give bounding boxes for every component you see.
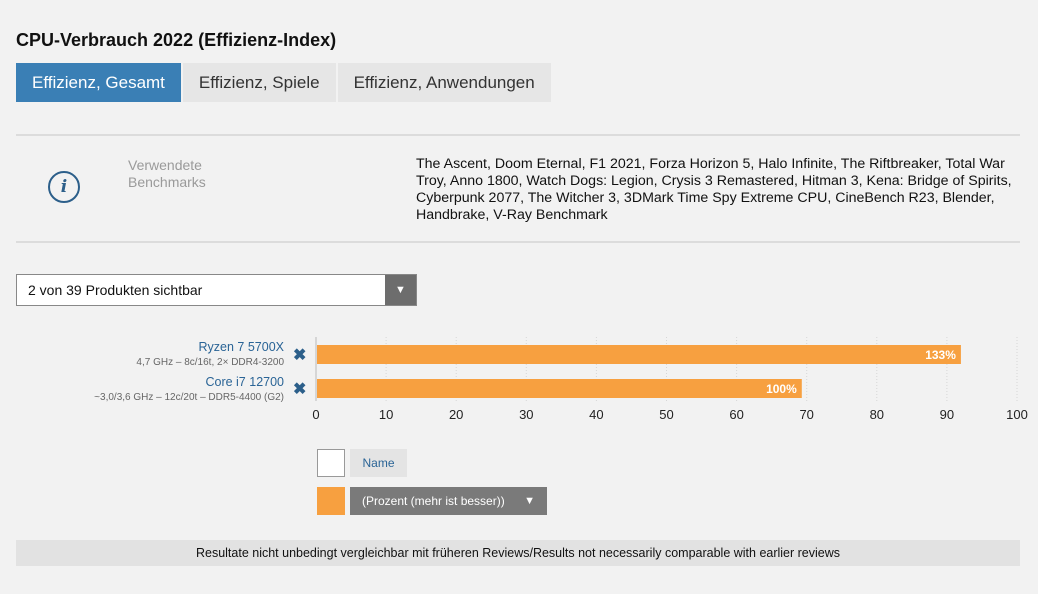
bar-value-label: 100% <box>766 382 797 396</box>
x-tick-label: 60 <box>729 407 743 422</box>
bar-value-label: 133% <box>925 348 956 362</box>
bar <box>317 345 961 364</box>
x-tick-label: 10 <box>379 407 393 422</box>
x-tick-label: 90 <box>940 407 954 422</box>
metric-select-label: (Prozent (mehr ist besser)) <box>362 494 505 508</box>
x-tick-label: 20 <box>449 407 463 422</box>
x-tick-label: 80 <box>870 407 884 422</box>
bar <box>317 379 802 398</box>
x-tick-label: 70 <box>799 407 813 422</box>
legend-color-swatch <box>317 487 345 515</box>
legend-name-checkbox[interactable] <box>317 449 345 477</box>
metric-select[interactable]: (Prozent (mehr ist besser)) ▼ <box>350 487 547 515</box>
x-tick-label: 30 <box>519 407 533 422</box>
x-tick-label: 40 <box>589 407 603 422</box>
x-tick-label: 50 <box>659 407 673 422</box>
x-tick-label: 0 <box>312 407 319 422</box>
footer-note: Resultate nicht unbedingt vergleichbar m… <box>16 540 1020 566</box>
x-tick-label: 100 <box>1006 407 1028 422</box>
caret-down-icon: ▼ <box>524 495 535 507</box>
legend-name-button[interactable]: Name <box>350 449 407 477</box>
